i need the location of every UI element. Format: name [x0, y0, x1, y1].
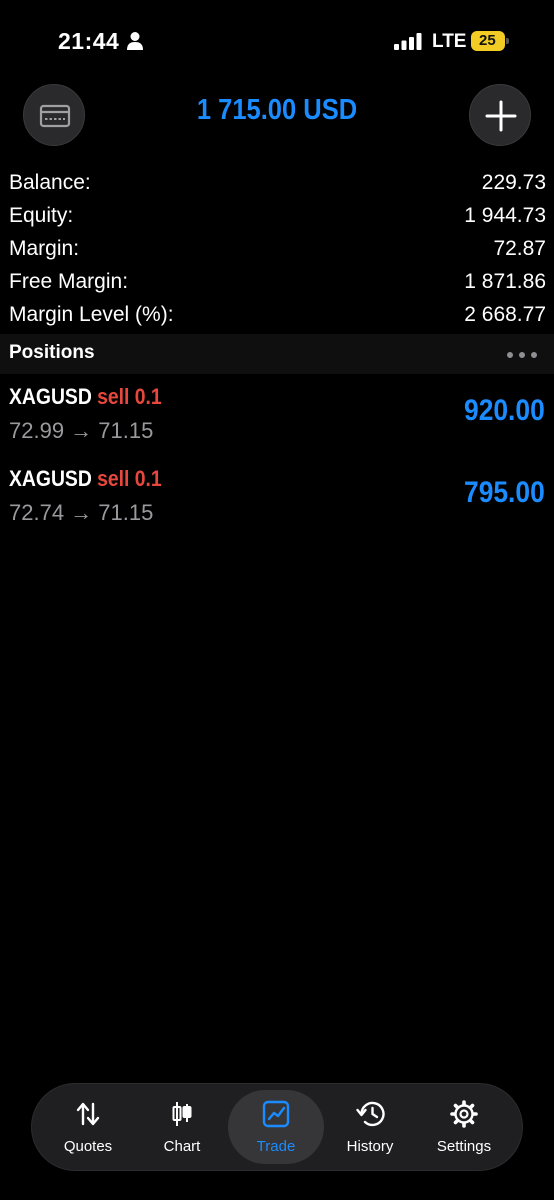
- tab-label: Chart: [163, 1138, 201, 1155]
- plus-icon: [485, 100, 517, 132]
- tab-quotes[interactable]: Quotes: [40, 1090, 136, 1164]
- margin-level-row: Margin Level (%): 2 668.77: [9, 298, 546, 331]
- settings-icon: [450, 1100, 478, 1128]
- trade-icon: [262, 1100, 290, 1128]
- tab-bar: Quotes Chart Trade History Settings: [31, 1083, 523, 1171]
- summary-value: 72.87: [493, 236, 546, 260]
- tab-history[interactable]: History: [322, 1090, 418, 1164]
- position-row[interactable]: XAGUSD sell 0.1 72.74 → 71.15 795.00: [0, 462, 554, 542]
- position-side: sell 0.1: [97, 384, 162, 409]
- signal-icon: [394, 33, 422, 50]
- battery-icon: 25: [471, 31, 509, 51]
- status-bar: 21:44 LTE 25: [0, 0, 554, 84]
- tab-trade[interactable]: Trade: [228, 1090, 324, 1164]
- summary-value: 1 944.73: [464, 203, 546, 227]
- chart-icon: [172, 1102, 192, 1126]
- summary-label: Margin Level (%):: [9, 302, 174, 326]
- tab-label: History: [346, 1138, 394, 1155]
- margin-row: Margin: 72.87: [9, 232, 546, 265]
- balance-row: Balance: 229.73: [9, 166, 546, 199]
- account-button[interactable]: [23, 84, 85, 146]
- tab-chart[interactable]: Chart: [134, 1090, 230, 1164]
- summary-value: 1 871.86: [464, 269, 546, 293]
- new-order-button[interactable]: [469, 84, 531, 146]
- history-icon: [356, 1101, 385, 1127]
- position-prices: 72.74 → 71.15: [9, 500, 154, 525]
- position-symbol: XAGUSD: [9, 466, 92, 491]
- account-summary: Balance: 229.73 Equity: 1 944.73 Margin:…: [9, 166, 546, 331]
- free-margin-row: Free Margin: 1 871.86: [9, 265, 546, 298]
- battery-level: 25: [479, 32, 496, 49]
- position-prices: 72.99 → 71.15: [9, 418, 154, 443]
- summary-label: Free Margin:: [9, 269, 129, 293]
- position-profit: 795.00: [464, 476, 545, 509]
- positions-header: Positions: [0, 334, 554, 374]
- quotes-icon: [76, 1102, 100, 1126]
- position-symbol: XAGUSD: [9, 384, 92, 409]
- status-time: 21:44: [58, 28, 120, 54]
- summary-label: Margin:: [9, 236, 80, 260]
- positions-title: Positions: [9, 342, 95, 363]
- person-icon: [127, 32, 143, 50]
- position-side: sell 0.1: [97, 466, 162, 491]
- position-profit: 920.00: [464, 394, 545, 427]
- summary-value: 2 668.77: [464, 302, 546, 326]
- position-row[interactable]: XAGUSD sell 0.1 72.99 → 71.15 920.00: [0, 380, 554, 460]
- tab-label: Quotes: [63, 1138, 113, 1155]
- tab-label: Settings: [436, 1138, 492, 1155]
- network-type: LTE: [432, 31, 467, 52]
- summary-label: Equity:: [9, 203, 74, 227]
- card-icon: [39, 104, 71, 128]
- tab-settings[interactable]: Settings: [416, 1090, 512, 1164]
- summary-label: Balance:: [9, 170, 91, 194]
- more-icon[interactable]: [506, 351, 538, 359]
- summary-value: 229.73: [481, 170, 546, 194]
- tab-label: Trade: [256, 1138, 296, 1155]
- page-title: 1 715.00 USD: [196, 94, 358, 126]
- equity-row: Equity: 1 944.73: [9, 199, 546, 232]
